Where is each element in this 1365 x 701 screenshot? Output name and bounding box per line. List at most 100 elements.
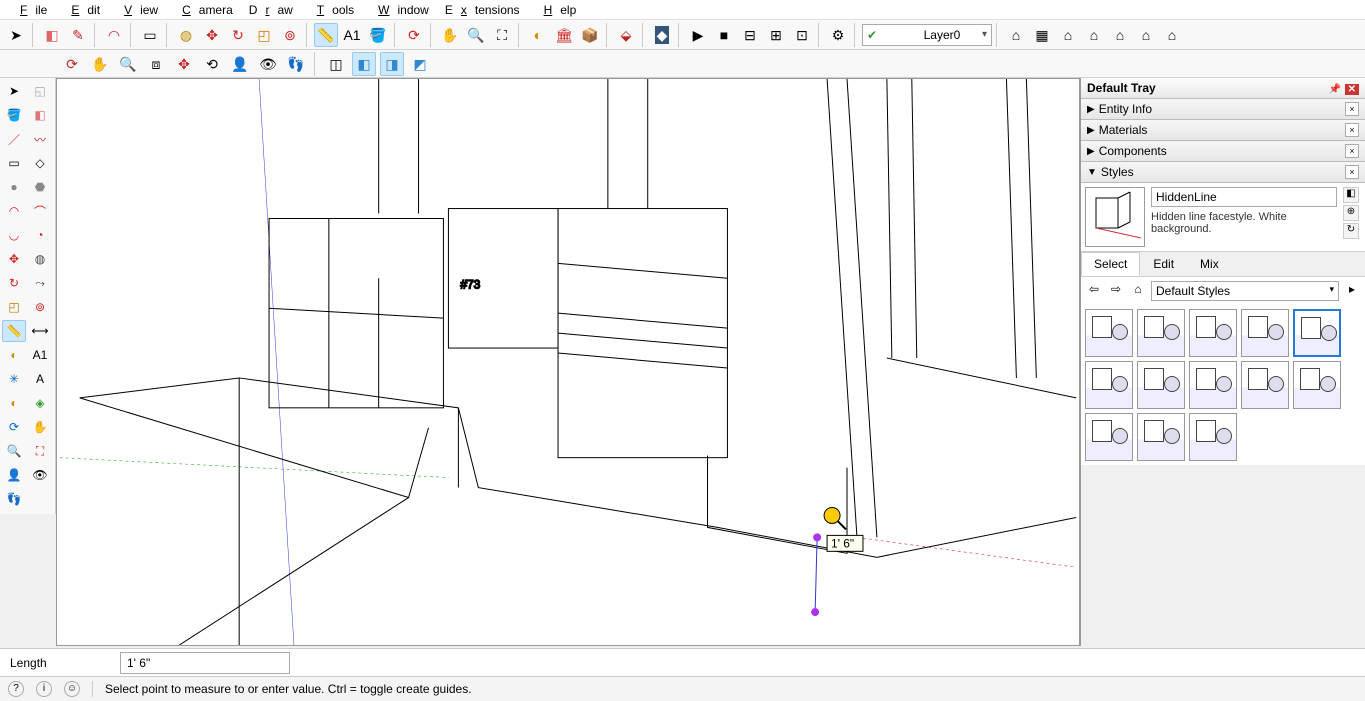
text-icon[interactable]: A1 xyxy=(340,23,364,47)
view-top-icon[interactable]: ▦ xyxy=(1030,23,1054,47)
l-component-icon[interactable]: ◱ xyxy=(28,80,52,102)
orbit2-icon[interactable]: ⟳ xyxy=(60,52,84,76)
zoom-extents2-icon[interactable]: ✥ xyxy=(172,52,196,76)
components-icon[interactable]: 📦 xyxy=(578,23,602,47)
style-thumbnail[interactable] xyxy=(1189,309,1237,357)
position-camera-icon[interactable]: 👤 xyxy=(228,52,252,76)
style-thumbnail[interactable] xyxy=(1189,413,1237,461)
l-offset-icon[interactable]: ⊚ xyxy=(28,296,52,318)
styles-collection-dropdown[interactable]: Default Styles xyxy=(1151,281,1339,301)
l-pan-icon[interactable]: ✋ xyxy=(28,416,52,438)
view-iso-icon[interactable]: ⌂ xyxy=(1004,23,1028,47)
measurement-value-input[interactable]: 1' 6" xyxy=(120,652,290,674)
l-protractor-icon[interactable]: ◐ xyxy=(2,344,26,366)
section-plane-icon[interactable]: ◧ xyxy=(352,52,376,76)
view-right-icon[interactable]: ⌂ xyxy=(1082,23,1106,47)
style-thumbnail[interactable] xyxy=(1293,309,1341,357)
l-look-icon[interactable]: 👁 xyxy=(28,464,52,486)
pencil-icon[interactable]: ✎ xyxy=(66,23,90,47)
pushpull-icon[interactable]: ◍ xyxy=(174,23,198,47)
nav-details-icon[interactable]: ▸ xyxy=(1343,282,1361,300)
scale-icon[interactable]: ◰ xyxy=(252,23,276,47)
zoom-window-icon[interactable]: ⧈ xyxy=(144,52,168,76)
look-around-icon[interactable]: 👁 xyxy=(256,52,280,76)
style-create-icon[interactable]: ⊕ xyxy=(1343,205,1359,221)
select-tool-icon[interactable]: ➤ xyxy=(4,23,28,47)
styles-tab-select[interactable]: Select xyxy=(1081,252,1140,276)
l-followme-icon[interactable]: ⤳ xyxy=(28,272,52,294)
style-thumbnail[interactable] xyxy=(1241,361,1289,409)
styles-tab-mix[interactable]: Mix xyxy=(1187,252,1232,276)
pan-icon[interactable]: ✋ xyxy=(438,23,462,47)
tape-measure-icon[interactable]: 📏 xyxy=(314,23,338,47)
menu-window[interactable]: Window xyxy=(362,1,437,19)
walk-icon[interactable]: 👣 xyxy=(284,52,308,76)
styles-tab-edit[interactable]: Edit xyxy=(1140,252,1187,276)
l-rect-icon[interactable]: ▭ xyxy=(2,152,26,174)
arc-icon[interactable]: ◠ xyxy=(102,23,126,47)
l-3dtext-icon[interactable]: A xyxy=(28,368,52,390)
style-thumbnail[interactable] xyxy=(1085,361,1133,409)
l-text-icon[interactable]: A1 xyxy=(28,344,52,366)
menu-draw[interactable]: Draw xyxy=(241,1,301,19)
l-pie-icon[interactable]: ◔ xyxy=(28,224,52,246)
l-circle-icon[interactable]: ● xyxy=(2,176,26,198)
nav-fwd-icon[interactable]: ⇨ xyxy=(1107,282,1125,300)
style-thumbnail[interactable] xyxy=(1085,413,1133,461)
section-icon[interactable]: ◐ xyxy=(526,23,550,47)
help-icon[interactable]: ? xyxy=(8,681,24,697)
eraser-icon[interactable]: ◧ xyxy=(40,23,64,47)
l-polygon-icon[interactable]: ⬣ xyxy=(28,176,52,198)
rectangle-icon[interactable]: ▭ xyxy=(138,23,162,47)
l-tape-icon[interactable]: 📏 xyxy=(2,320,26,342)
style-thumbnail[interactable] xyxy=(1293,361,1341,409)
l-section-icon[interactable]: ◐ xyxy=(2,392,26,414)
view-left-icon[interactable]: ⌂ xyxy=(1134,23,1158,47)
section-cut-icon[interactable]: ◨ xyxy=(380,52,404,76)
l-arc3-icon[interactable]: ◡ xyxy=(2,224,26,246)
warehouse-icon[interactable]: 🏛 xyxy=(552,23,576,47)
menu-view[interactable]: View xyxy=(108,1,166,19)
l-select-icon[interactable]: ➤ xyxy=(2,80,26,102)
scene-next-icon[interactable]: ⊡ xyxy=(790,23,814,47)
user-icon[interactable]: ☺ xyxy=(64,681,80,697)
l-rotate-icon[interactable]: ↻ xyxy=(2,272,26,294)
style-display-sec-icon[interactable]: ◧ xyxy=(1343,187,1359,203)
view-back-icon[interactable]: ⌂ xyxy=(1108,23,1132,47)
zoom-previous-icon[interactable]: ⟲ xyxy=(200,52,224,76)
orbit-icon[interactable]: ⟳ xyxy=(402,23,426,47)
l-geo-icon[interactable]: ◈ xyxy=(28,392,52,414)
style-update-icon[interactable]: ↻ xyxy=(1343,223,1359,239)
layer-dropdown[interactable]: ✔ Layer0 xyxy=(862,24,992,46)
l-line-icon[interactable]: ／ xyxy=(2,128,26,150)
play-icon[interactable]: ▶ xyxy=(686,23,710,47)
panel-materials[interactable]: ▶Materials× xyxy=(1081,120,1365,141)
style-thumbnail[interactable] xyxy=(1137,413,1185,461)
nav-home-icon[interactable]: ⌂ xyxy=(1129,282,1147,300)
l-scale-icon[interactable]: ◰ xyxy=(2,296,26,318)
section-display-icon[interactable]: ◫ xyxy=(324,52,348,76)
view-bottom-icon[interactable]: ⌂ xyxy=(1160,23,1184,47)
l-pushpull-icon[interactable]: ◍ xyxy=(28,248,52,270)
l-zoom-icon[interactable]: 🔍 xyxy=(2,440,26,462)
zoom-icon[interactable]: 🔍 xyxy=(464,23,488,47)
panel-styles[interactable]: ▼Styles× xyxy=(1081,162,1365,183)
scene-add-icon[interactable]: ⊞ xyxy=(764,23,788,47)
zoom-extents-icon[interactable]: ⛶ xyxy=(490,23,514,47)
settings-icon[interactable]: ⚙ xyxy=(826,23,850,47)
rotate-icon[interactable]: ↻ xyxy=(226,23,250,47)
stop-icon[interactable]: ■ xyxy=(712,23,736,47)
l-rotrect-icon[interactable]: ◇ xyxy=(28,152,52,174)
offset-icon[interactable]: ⊚ xyxy=(278,23,302,47)
menu-file[interactable]: File xyxy=(4,1,55,19)
tray-title-bar[interactable]: Default Tray 📌 ✕ xyxy=(1081,78,1365,99)
l-axes-icon[interactable]: ✳ xyxy=(2,368,26,390)
section-fill-icon[interactable]: ◩ xyxy=(408,52,432,76)
menu-edit[interactable]: Edit xyxy=(55,1,108,19)
scene-prev-icon[interactable]: ⊟ xyxy=(738,23,762,47)
menu-tools[interactable]: Tools xyxy=(301,1,362,19)
l-walk-icon[interactable]: 👣 xyxy=(2,488,26,510)
paint-icon[interactable]: 🪣 xyxy=(366,23,390,47)
l-zoomext-icon[interactable]: ⛶ xyxy=(28,440,52,462)
style-thumbnail[interactable] xyxy=(1085,309,1133,357)
